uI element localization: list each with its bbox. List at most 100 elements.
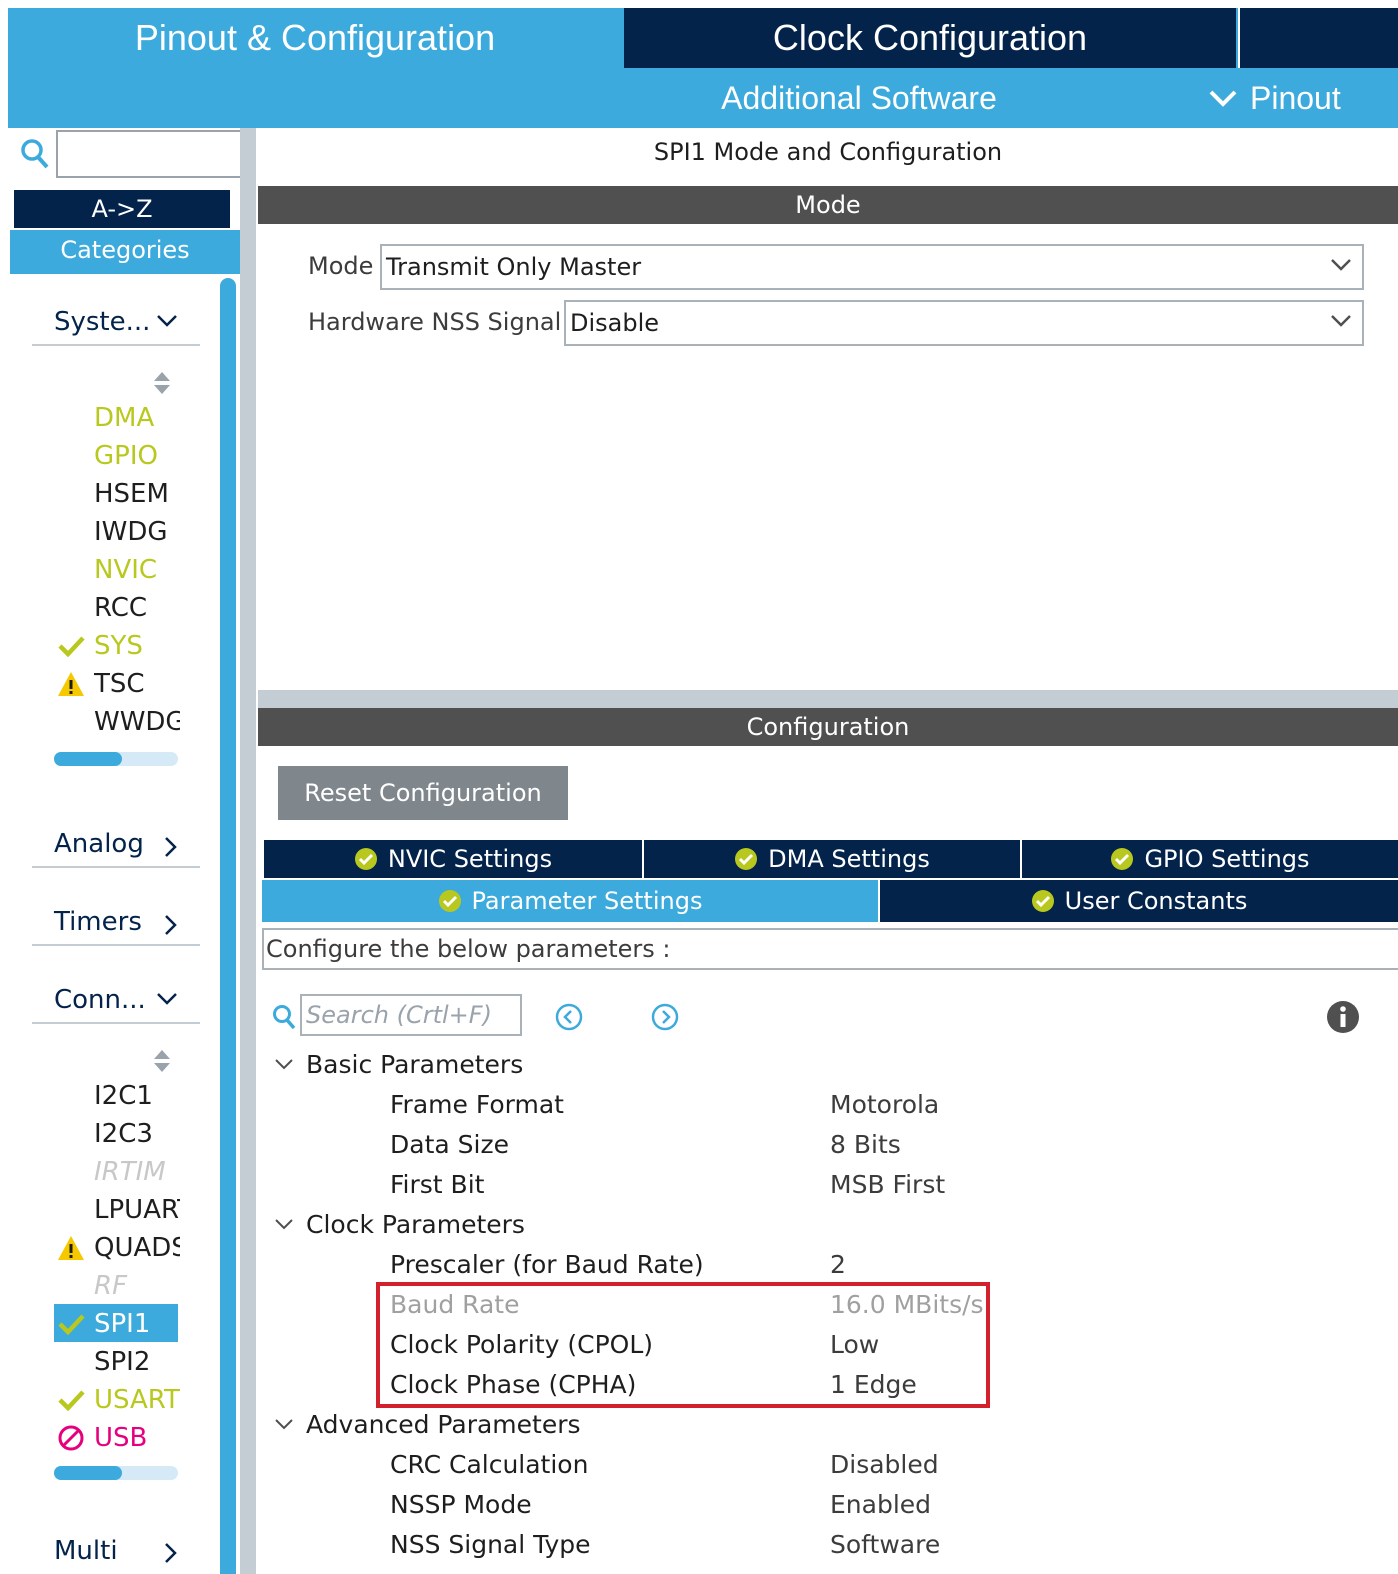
parameter-group[interactable]: Basic Parameters (306, 1046, 523, 1082)
chevron-down-icon (1331, 259, 1351, 271)
sidebar-item-rf[interactable]: RF (94, 1268, 180, 1304)
parameter-search-input[interactable]: Search (Crtl+F) (300, 994, 522, 1036)
sort-updown-icon[interactable] (152, 370, 172, 396)
parameter-value[interactable]: 8 Bits (830, 1126, 901, 1162)
check-circle-icon (438, 890, 461, 912)
sidebar-item-spi2[interactable]: SPI2 (94, 1344, 180, 1380)
parameter-name[interactable]: Data Size (390, 1126, 509, 1162)
sidebar-item-hsem[interactable]: HSEM (94, 476, 180, 512)
tab-project-manager[interactable] (1238, 8, 1398, 68)
chevron-down-icon[interactable] (274, 1418, 294, 1432)
nss-select[interactable]: Disable (564, 300, 1364, 346)
search-icon[interactable] (272, 1004, 296, 1030)
parameter-group[interactable]: Clock Parameters (306, 1206, 525, 1242)
sidebar-scrollbar[interactable] (220, 278, 236, 1574)
tab-pinout-configuration[interactable]: Pinout & Configuration (8, 8, 622, 68)
sidebar-item-usb[interactable]: USB (94, 1420, 180, 1456)
sort-updown-icon[interactable] (152, 1048, 172, 1074)
tab-dma-settings[interactable]: DMA Settings (644, 840, 1020, 878)
section-splitter[interactable] (258, 690, 1398, 708)
mode-select-value: Transmit Only Master (386, 253, 642, 281)
sidebar-item-i2c1[interactable]: I2C1 (94, 1078, 180, 1114)
parameter-value[interactable]: 2 (830, 1246, 846, 1282)
category-timers-label: Timers (54, 907, 142, 937)
tab-clock-configuration[interactable]: Clock Configuration (624, 8, 1236, 68)
tab-label: GPIO Settings (1144, 845, 1310, 873)
sidebar-item-nvic[interactable]: NVIC (94, 552, 180, 588)
sidebar-item-usart[interactable]: USART (94, 1382, 180, 1418)
sidebar-item-sys[interactable]: SYS (94, 628, 180, 664)
chevron-down-icon (1331, 315, 1351, 327)
warning-triangle-icon (58, 672, 84, 696)
next-match-icon[interactable] (650, 1002, 680, 1032)
scrollbar-thumb[interactable] (54, 1466, 123, 1480)
check-icon (58, 1314, 85, 1336)
sidebar-item-tsc[interactable]: TSC (94, 666, 180, 702)
category-analog[interactable]: Analog (32, 822, 200, 868)
sidebar-item-irtim[interactable]: IRTIM (94, 1154, 180, 1190)
tab-gpio-settings[interactable]: GPIO Settings (1022, 840, 1398, 878)
sidebar-item-iwdg[interactable]: IWDG (94, 514, 180, 550)
reset-configuration-button[interactable]: Reset Configuration (278, 766, 568, 820)
chevron-down-icon[interactable] (274, 1218, 294, 1232)
panel-title: SPI1 Mode and Configuration (653, 138, 1003, 166)
check-icon (58, 636, 85, 658)
system-list-scrollbar[interactable] (54, 752, 178, 766)
no-entry-icon (58, 1425, 84, 1451)
mode-section-header: Mode (258, 186, 1398, 224)
sidebar-item-spi1[interactable]: SPI1 (94, 1306, 180, 1342)
sidebar-search-input[interactable] (56, 130, 256, 178)
sort-az-button[interactable]: A->Z (14, 190, 230, 228)
parameter-name[interactable]: Frame Format (390, 1086, 564, 1122)
info-icon[interactable] (1326, 1000, 1360, 1034)
parameter-name[interactable]: NSSP Mode (390, 1486, 532, 1522)
chevron-down-icon[interactable] (274, 1058, 294, 1072)
search-icon[interactable] (20, 138, 50, 170)
sidebar-item-dma[interactable]: DMA (94, 400, 180, 436)
parameter-name[interactable]: CRC Calculation (390, 1446, 588, 1482)
category-timers[interactable]: Timers (32, 900, 200, 946)
sidebar-item-lpuart[interactable]: LPUART (94, 1192, 180, 1228)
parameter-value[interactable]: Software (830, 1526, 940, 1562)
parameter-group[interactable]: Advanced Parameters (306, 1406, 581, 1442)
tab-label: Parameter Settings (471, 887, 703, 915)
parameter-value[interactable]: MSB First (830, 1166, 945, 1202)
check-circle-icon (1031, 890, 1054, 912)
configure-parameters-note: Configure the below parameters : (262, 928, 1398, 970)
tab-parameter-settings[interactable]: Parameter Settings (262, 880, 878, 922)
parameter-name[interactable]: NSS Signal Type (390, 1526, 591, 1562)
mode-select[interactable]: Transmit Only Master (380, 244, 1364, 290)
category-multimedia[interactable]: Multi (32, 1528, 200, 1574)
tab-nvic-settings[interactable]: NVIC Settings (264, 840, 642, 878)
warning-triangle-icon (58, 1236, 84, 1260)
sidebar-item-wwdg[interactable]: WWDG (94, 704, 180, 740)
connectivity-list-scrollbar[interactable] (54, 1466, 178, 1480)
parameter-name[interactable]: Prescaler (for Baud Rate) (390, 1246, 704, 1282)
category-system[interactable]: Syste... (32, 300, 200, 346)
parameter-value[interactable]: Disabled (830, 1446, 939, 1482)
scrollbar-thumb[interactable] (54, 752, 123, 766)
previous-match-icon[interactable] (554, 1002, 584, 1032)
nss-select-value: Disable (570, 309, 660, 337)
tab-label: User Constants (1064, 887, 1248, 915)
parameter-value[interactable]: Motorola (830, 1086, 939, 1122)
top-tab-bar: Pinout & Configuration Clock Configurati… (8, 8, 1398, 128)
spi1-configuration-panel: SPI1 Mode and Configuration Mode Mode Tr… (258, 128, 1398, 1574)
tab-user-constants[interactable]: User Constants (880, 880, 1398, 922)
chevron-down-icon (157, 993, 177, 1005)
check-circle-icon (1111, 848, 1134, 870)
menu-pinout[interactable]: Pinout (1208, 72, 1388, 124)
parameter-value[interactable]: Enabled (830, 1486, 931, 1522)
sidebar-item-i2c3[interactable]: I2C3 (94, 1116, 180, 1152)
sidebar-item-gpio[interactable]: GPIO (94, 438, 180, 474)
menu-additional-software[interactable]: Additional Software (624, 72, 1094, 124)
sort-categories-button[interactable]: Categories (10, 230, 240, 274)
panel-divider[interactable] (240, 128, 256, 1574)
menu-pinout-label: Pinout (1250, 79, 1341, 116)
sidebar-item-quadspi[interactable]: QUADSPI (94, 1230, 180, 1266)
category-connectivity[interactable]: Conn... (32, 978, 200, 1024)
tab-label: DMA Settings (768, 845, 930, 873)
sidebar-item-rcc[interactable]: RCC (94, 590, 180, 626)
category-analog-label: Analog (54, 829, 144, 859)
parameter-name[interactable]: First Bit (390, 1166, 484, 1202)
